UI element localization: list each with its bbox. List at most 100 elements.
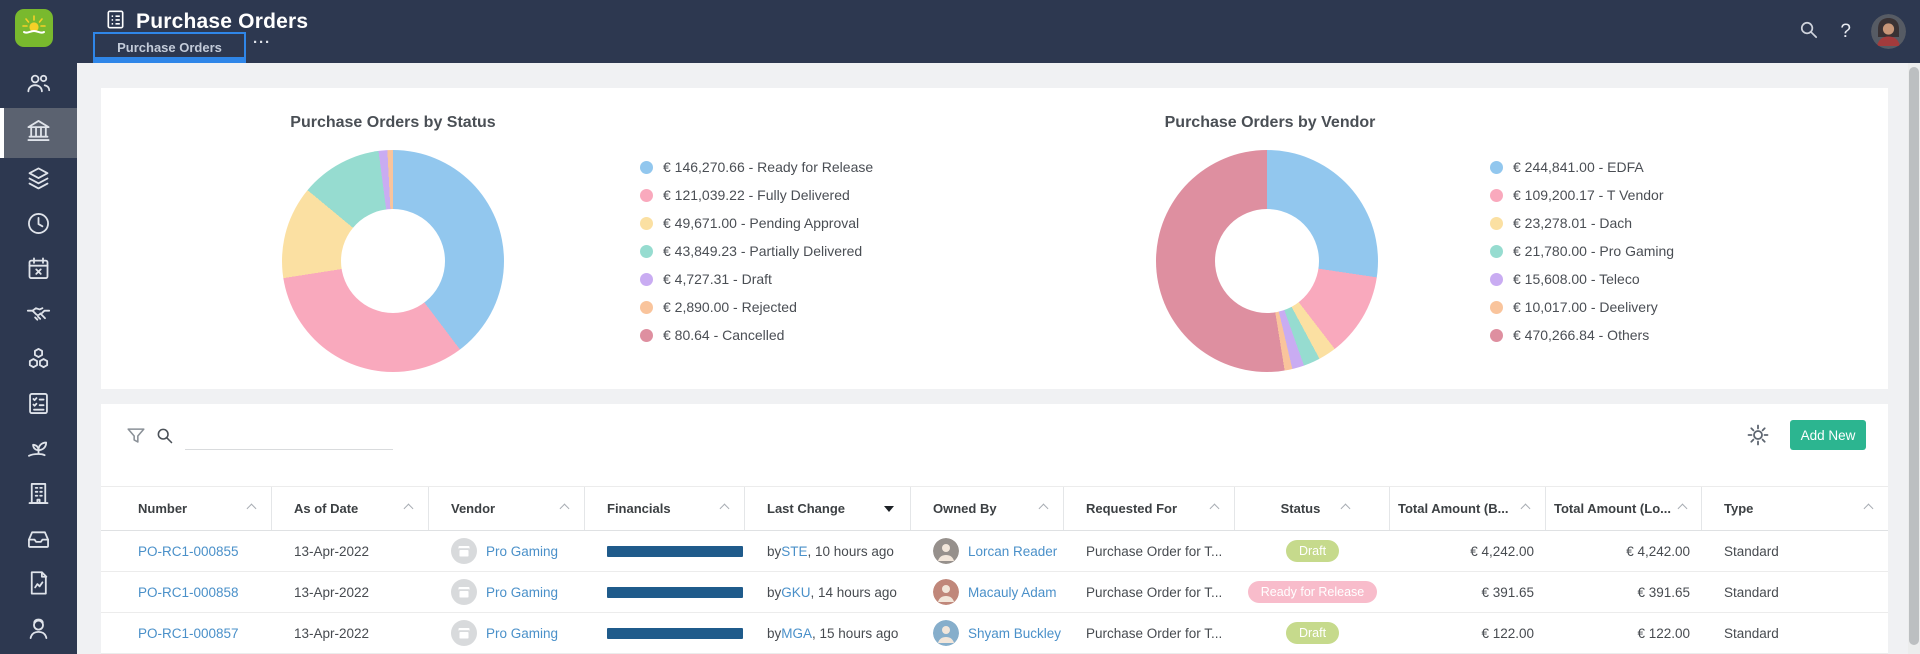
sort-chevron-icon[interactable]	[403, 503, 414, 514]
tab-purchase-orders[interactable]: Purchase Orders	[93, 32, 246, 63]
column-header-status[interactable]: Status	[1235, 487, 1390, 530]
legend-item[interactable]: € 146,270.66 - Ready for Release	[640, 153, 873, 181]
sort-chevron-icon[interactable]	[1520, 503, 1531, 514]
legend-item[interactable]: € 244,841.00 - EDFA	[1490, 153, 1674, 181]
column-header-vendor[interactable]: Vendor	[429, 487, 585, 530]
status-badge: Draft	[1285, 540, 1340, 562]
legend-bullet	[1490, 300, 1503, 314]
sidebar-item-order-list[interactable]	[0, 383, 77, 428]
help-icon[interactable]: ?	[1840, 21, 1851, 43]
page-scrollbar[interactable]	[1908, 63, 1920, 654]
sidebar-item-history[interactable]	[0, 203, 77, 248]
legend-item[interactable]: € 10,017.00 - Deelivery	[1490, 293, 1674, 321]
cell-total-base: € 4,242.00	[1470, 543, 1534, 559]
vendor-link[interactable]: Pro Gaming	[486, 585, 558, 600]
sidebar-item-people[interactable]	[0, 63, 77, 108]
legend-item[interactable]: € 109,200.17 - T Vendor	[1490, 181, 1674, 209]
sort-chevron-icon[interactable]	[719, 503, 730, 514]
vendor-avatar-icon	[451, 620, 477, 646]
cell-number: PO-RC1-000857	[101, 613, 272, 653]
column-header-last-change[interactable]: Last Change	[745, 487, 911, 530]
column-header-financials[interactable]: Financials	[585, 487, 745, 530]
table-search-input[interactable]	[185, 428, 393, 450]
sidebar-item-archive[interactable]	[0, 518, 77, 563]
gear-icon[interactable]	[1746, 423, 1770, 452]
table-row[interactable]: PO-RC1-000855 13-Apr-2022 Pro Gaming by STE…	[101, 531, 1888, 572]
last-change-user-link[interactable]: GKU	[781, 585, 810, 600]
legend-item[interactable]: € 21,780.00 - Pro Gaming	[1490, 237, 1674, 265]
sidebar-item-products[interactable]	[0, 338, 77, 383]
cell-status: Draft	[1235, 531, 1390, 571]
topbar-actions: ?	[1797, 0, 1906, 63]
sidebar-item-deals[interactable]	[0, 293, 77, 338]
vendor-link[interactable]: Pro Gaming	[486, 626, 558, 641]
filter-icon[interactable]	[125, 425, 147, 452]
column-header-number[interactable]: Number	[101, 487, 272, 530]
sidebar-item-procurement[interactable]	[0, 108, 77, 158]
sidebar-item-company[interactable]	[0, 473, 77, 518]
donut-chart-vendor[interactable]	[1156, 150, 1378, 372]
owner-link[interactable]: Shyam Buckley	[968, 626, 1061, 641]
chart-status-block: Purchase Orders by Status € 146,270.66 -…	[101, 88, 994, 389]
po-number-link[interactable]: PO-RC1-000855	[138, 544, 239, 559]
sidebar	[0, 63, 77, 654]
tab-more-button[interactable]: ···	[253, 34, 271, 51]
sort-chevron-icon[interactable]	[1209, 503, 1220, 514]
legend-label: € 10,017.00 - Deelivery	[1513, 299, 1658, 315]
po-number-link[interactable]: PO-RC1-000858	[138, 585, 239, 600]
person-icon	[25, 615, 52, 647]
search-icon[interactable]	[1797, 18, 1820, 46]
legend-item[interactable]: € 470,266.84 - Others	[1490, 321, 1674, 349]
sidebar-item-reports[interactable]	[0, 563, 77, 608]
legend-bullet	[1490, 216, 1503, 230]
sort-chevron-icon[interactable]	[559, 503, 570, 514]
table-row[interactable]: PO-RC1-000857 13-Apr-2022 Pro Gaming by MGA…	[101, 613, 1888, 654]
last-change-user-link[interactable]: MGA	[781, 626, 812, 641]
legend-item[interactable]: € 43,849.23 - Partially Delivered	[640, 237, 873, 265]
sort-desc-icon[interactable]	[884, 505, 894, 512]
donut-chart-status[interactable]	[282, 150, 504, 372]
column-header-total-amount-b[interactable]: Total Amount (B...	[1390, 487, 1546, 530]
column-label: Status	[1280, 501, 1321, 516]
owner-link[interactable]: Macauly Adam	[968, 585, 1057, 600]
po-number-link[interactable]: PO-RC1-000857	[138, 626, 239, 641]
sort-chevron-icon[interactable]	[1863, 503, 1874, 514]
add-new-button[interactable]: Add New	[1790, 420, 1866, 450]
column-header-as-of-date[interactable]: As of Date	[272, 487, 429, 530]
legend-item[interactable]: € 2,890.00 - Rejected	[640, 293, 873, 321]
cell-requested-for: Purchase Order for T...	[1086, 625, 1223, 641]
legend-item[interactable]: € 23,278.01 - Dach	[1490, 209, 1674, 237]
legend-item[interactable]: € 121,039.22 - Fully Delivered	[640, 181, 873, 209]
column-label: Owned By	[933, 501, 997, 516]
chart-vendor-block: Purchase Orders by Vendor € 244,841.00 -…	[994, 88, 1888, 389]
sidebar-item-growth[interactable]	[0, 428, 77, 473]
sidebar-item-profile[interactable]	[0, 608, 77, 653]
column-header-type[interactable]: Type	[1702, 487, 1888, 530]
cell-type: Standard	[1724, 584, 1779, 600]
sidebar-item-schedule[interactable]	[0, 248, 77, 293]
table-row[interactable]: PO-RC1-000858 13-Apr-2022 Pro Gaming by GKU…	[101, 572, 1888, 613]
legend-item[interactable]: € 49,671.00 - Pending Approval	[640, 209, 873, 237]
app-logo[interactable]	[15, 9, 53, 47]
sort-chevron-icon[interactable]	[1038, 503, 1049, 514]
column-label: Total Amount (Lo...	[1554, 501, 1671, 516]
table-search-icon[interactable]	[154, 425, 175, 451]
sort-chevron-icon[interactable]	[1340, 503, 1351, 514]
owner-link[interactable]: Lorcan Reader	[968, 544, 1057, 559]
legend-item[interactable]: € 15,608.00 - Teleco	[1490, 265, 1674, 293]
legend-item[interactable]: € 4,727.31 - Draft	[640, 265, 873, 293]
user-avatar[interactable]	[1871, 14, 1906, 49]
last-change-user-link[interactable]: STE	[781, 544, 807, 559]
sort-chevron-icon[interactable]	[246, 503, 257, 514]
vendor-link[interactable]: Pro Gaming	[486, 544, 558, 559]
column-header-owned-by[interactable]: Owned By	[911, 487, 1064, 530]
column-header-total-amount-lo[interactable]: Total Amount (Lo...	[1546, 487, 1702, 530]
legend-item[interactable]: € 80.64 - Cancelled	[640, 321, 873, 349]
column-header-requested-for[interactable]: Requested For	[1064, 487, 1235, 530]
cell-as-of-date: 13-Apr-2022	[294, 625, 370, 641]
cell-financials	[585, 613, 745, 653]
sort-chevron-icon[interactable]	[1677, 503, 1688, 514]
scrollbar-thumb[interactable]	[1909, 67, 1919, 645]
owner-avatar	[933, 620, 959, 646]
sidebar-item-layers[interactable]	[0, 158, 77, 203]
